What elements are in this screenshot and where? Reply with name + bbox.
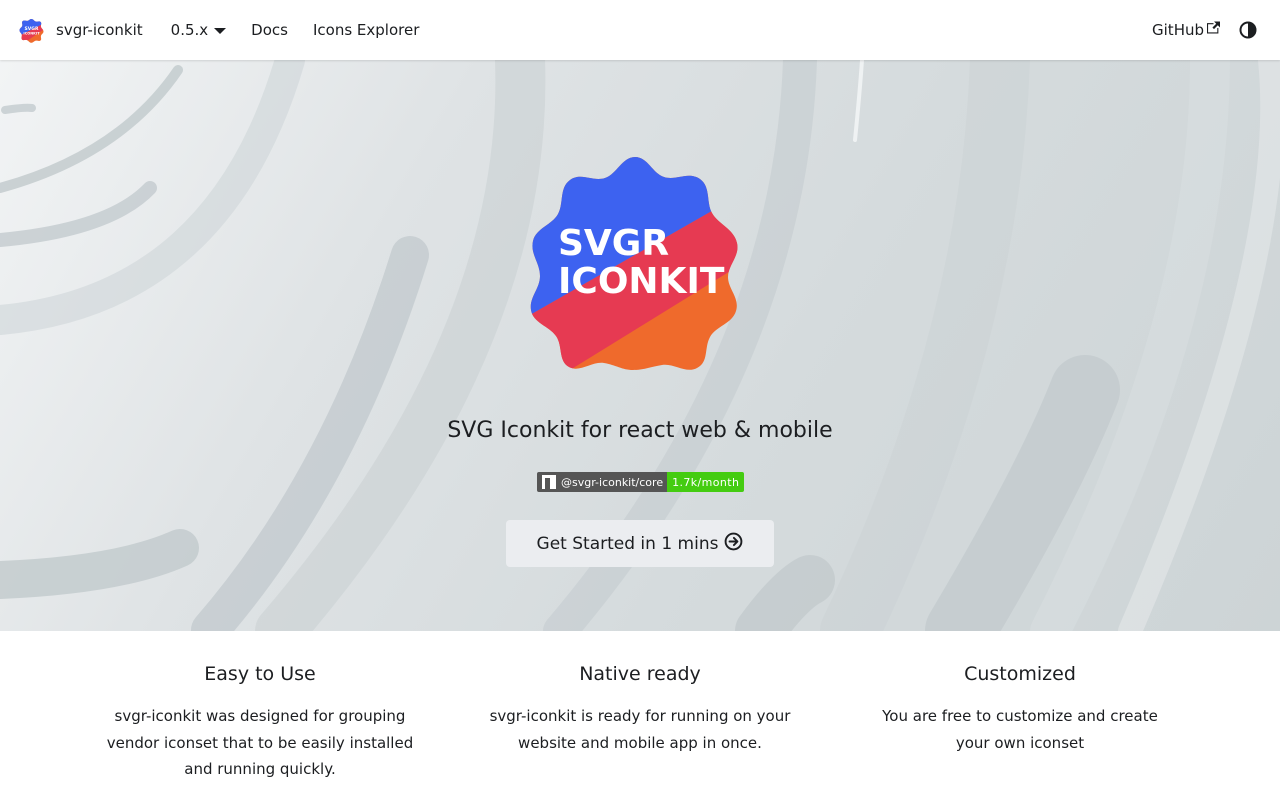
version-dropdown[interactable]: 0.5.x: [171, 21, 227, 39]
feature-title: Native ready: [579, 663, 701, 685]
badge-left: @svgr-iconkit/core: [537, 472, 668, 492]
logo-text-iconkit: ICONKIT: [558, 261, 725, 302]
brand-link[interactable]: SVGR ICONKIT svgr-iconkit: [19, 18, 143, 43]
feature-title: Customized: [964, 663, 1076, 685]
brand-logo-icon: SVGR ICONKIT: [19, 18, 44, 43]
arrow-right-circle-icon: [725, 532, 743, 551]
external-link-icon: [1207, 21, 1220, 33]
get-started-button[interactable]: Get Started in 1 mins: [506, 520, 774, 567]
npm-downloads-badge[interactable]: @svgr-iconkit/core 1.7k/month: [537, 472, 745, 492]
feature-easy-to-use: Easy to Use svgr-iconkit was designed fo…: [90, 663, 430, 783]
version-label: 0.5.x: [170, 21, 209, 39]
github-label: GitHub: [1152, 21, 1204, 39]
features-section: Easy to Use svgr-iconkit was designed fo…: [0, 631, 1280, 800]
feature-description: svgr-iconkit was designed for grouping v…: [106, 707, 414, 778]
feature-customized: Customized You are free to customize and…: [850, 663, 1190, 756]
feature-native-ready: Native ready svgr-iconkit is ready for r…: [470, 663, 810, 756]
badge-label: @svgr-iconkit/core: [561, 475, 664, 489]
hero-section: SVGR ICONKIT SVG Iconkit for react web &…: [0, 60, 1280, 631]
hero-tagline: SVG Iconkit for react web & mobile: [447, 418, 833, 443]
nav-link-github[interactable]: GitHub: [1152, 21, 1220, 39]
feature-title: Easy to Use: [204, 663, 316, 685]
brand-title: svgr-iconkit: [56, 21, 143, 39]
feature-description: You are free to customize and create you…: [882, 707, 1158, 752]
feature-description: svgr-iconkit is ready for running on you…: [489, 707, 791, 752]
logo-text-svgr: SVGR: [558, 223, 669, 264]
chevron-down-icon: [214, 28, 227, 34]
get-started-label: Get Started in 1 mins: [536, 533, 719, 554]
npm-icon: [542, 475, 556, 489]
svgr-iconkit-logo: SVGR ICONKIT: [530, 157, 738, 370]
navbar-right: GitHub: [1152, 20, 1258, 40]
navbar: SVGR ICONKIT svgr-iconkit 0.5.x Docs Ico…: [0, 0, 1280, 60]
nav-link-icons-explorer[interactable]: Icons Explorer: [313, 21, 419, 39]
svg-text:SVGR: SVGR: [25, 26, 39, 32]
svg-text:ICONKIT: ICONKIT: [23, 31, 40, 35]
half-circle-contrast-icon[interactable]: [1238, 20, 1258, 40]
badge-value: 1.7k/month: [667, 472, 745, 492]
nav-link-docs[interactable]: Docs: [251, 21, 288, 39]
